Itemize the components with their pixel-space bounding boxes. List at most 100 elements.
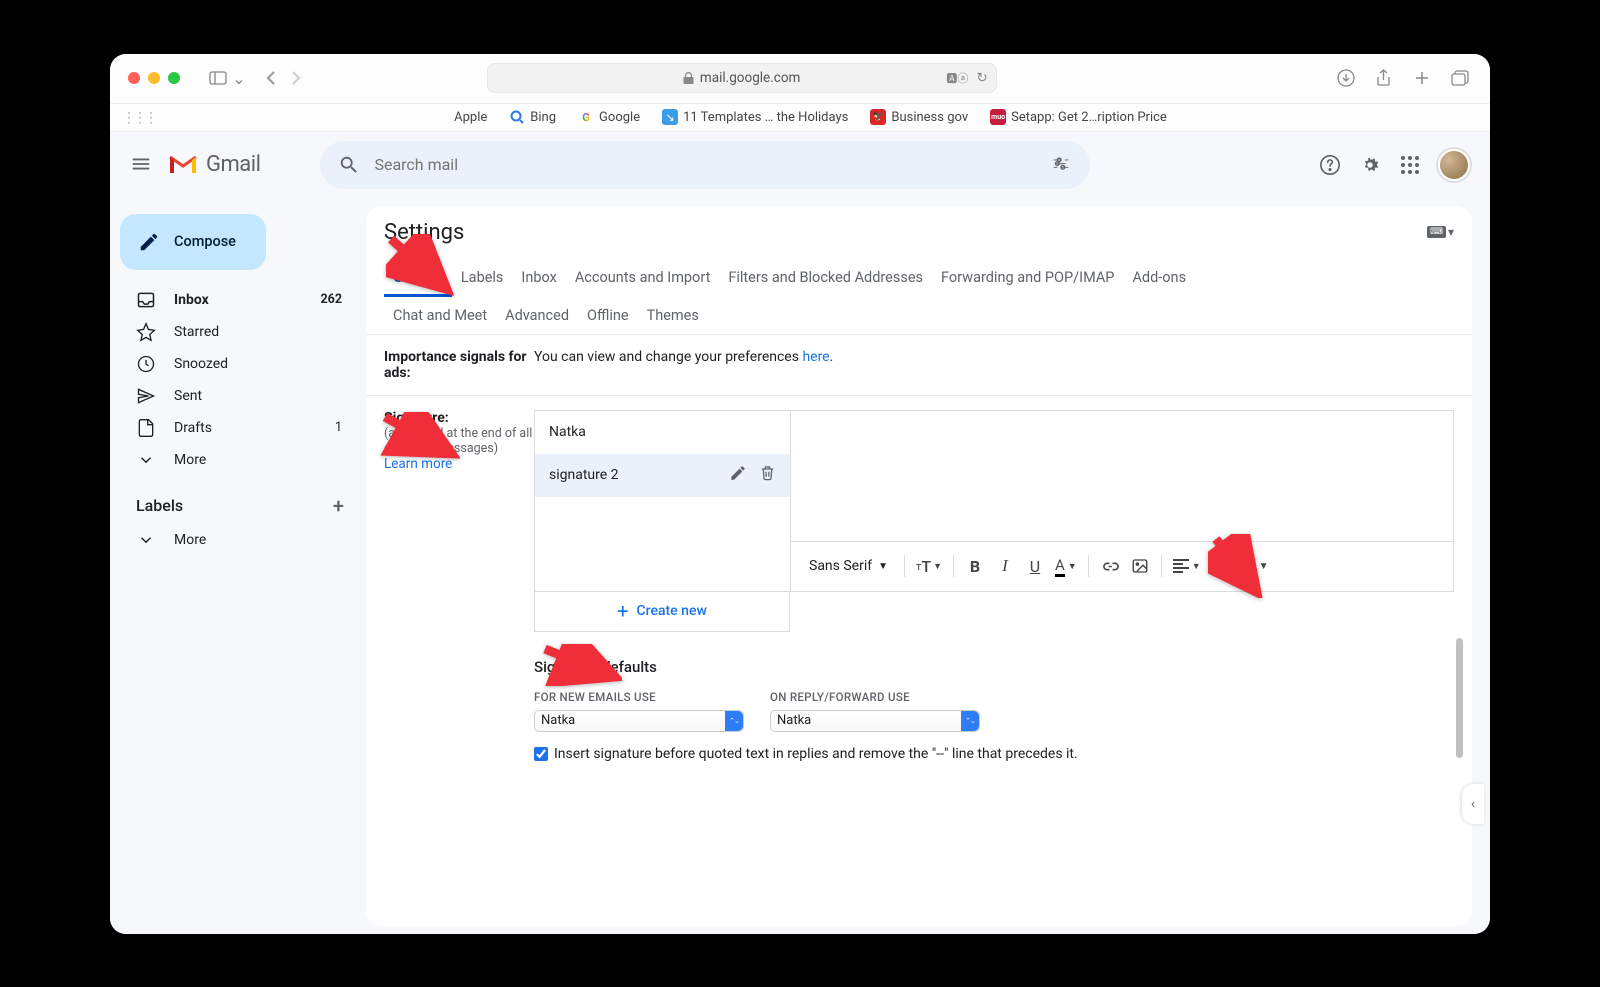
signature-defaults: Signature defaults FOR NEW EMAILS USE Na…	[534, 658, 1454, 762]
forward-button[interactable]	[284, 66, 308, 90]
scrollbar-thumb[interactable]	[1456, 638, 1463, 758]
close-window[interactable]	[128, 72, 140, 84]
labels-header: Labels +	[110, 476, 366, 524]
tab-chat[interactable]: Chat and Meet	[384, 297, 496, 334]
tab-forwarding[interactable]: Forwarding and POP/IMAP	[932, 259, 1123, 297]
settings-title: Settings	[384, 220, 464, 245]
search-options-icon[interactable]	[1050, 154, 1072, 176]
tab-offline[interactable]: Offline	[578, 297, 638, 334]
italic-icon[interactable]: I	[992, 551, 1018, 581]
insert-image-icon[interactable]	[1127, 551, 1153, 581]
align-icon[interactable]: ▼	[1170, 551, 1204, 581]
gmail-logo[interactable]: Gmail	[168, 152, 260, 177]
nav-starred[interactable]: Starred	[110, 316, 354, 348]
labels-more[interactable]: More	[110, 524, 354, 556]
side-panel-toggle[interactable]: ‹	[1462, 784, 1484, 824]
signature-list: Natka signature 2	[534, 410, 790, 592]
edit-signature-icon[interactable]	[729, 464, 747, 486]
bookmark-google[interactable]: GGoogle	[578, 109, 640, 125]
signature-item-0[interactable]: Natka	[535, 411, 790, 454]
list-icon[interactable]: 123	[1208, 551, 1234, 581]
tab-accounts[interactable]: Accounts and Import	[566, 259, 719, 297]
tab-inbox[interactable]: Inbox	[512, 259, 565, 297]
signature-item-1[interactable]: signature 2	[535, 454, 790, 497]
tab-filters[interactable]: Filters and Blocked Addresses	[719, 259, 932, 297]
reload-icon[interactable]: ↻	[976, 70, 987, 86]
underline-icon[interactable]: U	[1022, 551, 1048, 581]
share-icon[interactable]	[1372, 66, 1396, 90]
settings-panel: Settings ⌨ ▾ General Labels Inbox Accoun…	[366, 206, 1472, 926]
font-size-icon[interactable]: тT▼	[913, 551, 945, 581]
tab-themes[interactable]: Themes	[638, 297, 708, 334]
tab-labels[interactable]: Labels	[452, 259, 513, 297]
back-button[interactable]	[258, 66, 282, 90]
sidebar: Compose Inbox 262 Starred Snoozed Sent	[110, 132, 366, 934]
translate-icon[interactable]: 🅰ⓐ	[946, 70, 968, 86]
text-color-icon[interactable]: A▼	[1052, 551, 1080, 581]
bookmark-bing[interactable]: Bing	[509, 109, 556, 125]
reply-forward-select[interactable]: Natka	[770, 710, 980, 732]
signature-editor: Sans Serif ▼ тT▼ B I U A▼	[790, 410, 1454, 592]
main-menu-icon[interactable]	[130, 153, 154, 177]
importance-link[interactable]: here	[802, 349, 829, 365]
bold-icon[interactable]: B	[962, 551, 988, 581]
signature-label: Signature:	[384, 410, 534, 426]
signature-textarea[interactable]	[791, 411, 1453, 541]
importance-text: You can view and change your preferences…	[534, 349, 1454, 381]
lock-icon	[683, 72, 694, 85]
nav-snoozed[interactable]: Snoozed	[110, 348, 354, 380]
defaults-title: Signature defaults	[534, 658, 1454, 676]
downloads-icon[interactable]	[1334, 66, 1358, 90]
link-icon[interactable]	[1097, 551, 1123, 581]
gmail-header: Gmail	[110, 132, 1490, 198]
tab-addons[interactable]: Add-ons	[1123, 259, 1195, 297]
minimize-window[interactable]	[148, 72, 160, 84]
search-input[interactable]	[374, 155, 1036, 174]
file-icon	[136, 418, 156, 438]
tabs-icon[interactable]	[1448, 66, 1472, 90]
grid-dots-icon: ⋮⋮⋮	[122, 110, 155, 126]
compose-button[interactable]: Compose	[120, 214, 266, 270]
font-family-select[interactable]: Sans Serif ▼	[801, 558, 896, 574]
signature-learn-more[interactable]: Learn more	[384, 456, 452, 472]
new-tab-icon[interactable]	[1410, 66, 1434, 90]
chevron-down-icon	[136, 450, 156, 470]
signature-toolbar: Sans Serif ▼ тT▼ B I U A▼	[791, 541, 1453, 591]
new-emails-select[interactable]: Natka	[534, 710, 744, 732]
search-bar[interactable]	[320, 141, 1090, 189]
nav-inbox[interactable]: Inbox 262	[110, 284, 354, 316]
apps-icon[interactable]	[1398, 153, 1422, 177]
dropdown-icon[interactable]: ⌄	[232, 66, 246, 90]
window-controls	[128, 72, 180, 84]
bookmark-templates[interactable]: ↘11 Templates … the Holidays	[662, 109, 848, 125]
row-importance: Importance signals for ads: You can view…	[366, 335, 1472, 396]
new-emails-label: FOR NEW EMAILS USE	[534, 690, 744, 704]
reply-forward-label: ON REPLY/FORWARD USE	[770, 690, 980, 704]
nav-sent[interactable]: Sent	[110, 380, 354, 412]
send-icon	[136, 386, 156, 406]
address-bar[interactable]: mail.google.com 🅰ⓐ ↻	[487, 63, 997, 93]
nav-more[interactable]: More	[110, 444, 354, 476]
browser-toolbar: ⌄ mail.google.com 🅰ⓐ ↻	[110, 54, 1490, 104]
insert-before-quoted-checkbox[interactable]	[534, 747, 548, 761]
bookmark-business[interactable]: 🦅Business gov	[870, 109, 968, 125]
create-new-signature[interactable]: + Create new	[534, 592, 790, 632]
nav-drafts[interactable]: Drafts 1	[110, 412, 354, 444]
delete-signature-icon[interactable]	[759, 464, 776, 486]
add-label-icon[interactable]: +	[333, 494, 344, 518]
input-tools-icon[interactable]: ⌨ ▾	[1427, 225, 1454, 239]
settings-icon[interactable]	[1358, 153, 1382, 177]
tab-general[interactable]: General	[384, 259, 452, 297]
support-icon[interactable]	[1318, 153, 1342, 177]
maximize-window[interactable]	[168, 72, 180, 84]
bookmark-setapp[interactable]: muoSetapp: Get 2…ription Price	[990, 109, 1167, 125]
more-formatting-icon[interactable]: ▼	[1251, 551, 1277, 581]
svg-text:3: 3	[1212, 569, 1215, 573]
bookmark-apple[interactable]: Apple	[433, 109, 487, 125]
account-avatar[interactable]	[1438, 149, 1470, 181]
signature-subtext: (appended at the end of all outgoing mes…	[384, 426, 534, 456]
checkbox-label: Insert signature before quoted text in r…	[554, 746, 1078, 762]
inbox-icon	[136, 290, 156, 310]
tab-advanced[interactable]: Advanced	[496, 297, 578, 334]
sidebar-toggle-icon[interactable]	[206, 66, 230, 90]
